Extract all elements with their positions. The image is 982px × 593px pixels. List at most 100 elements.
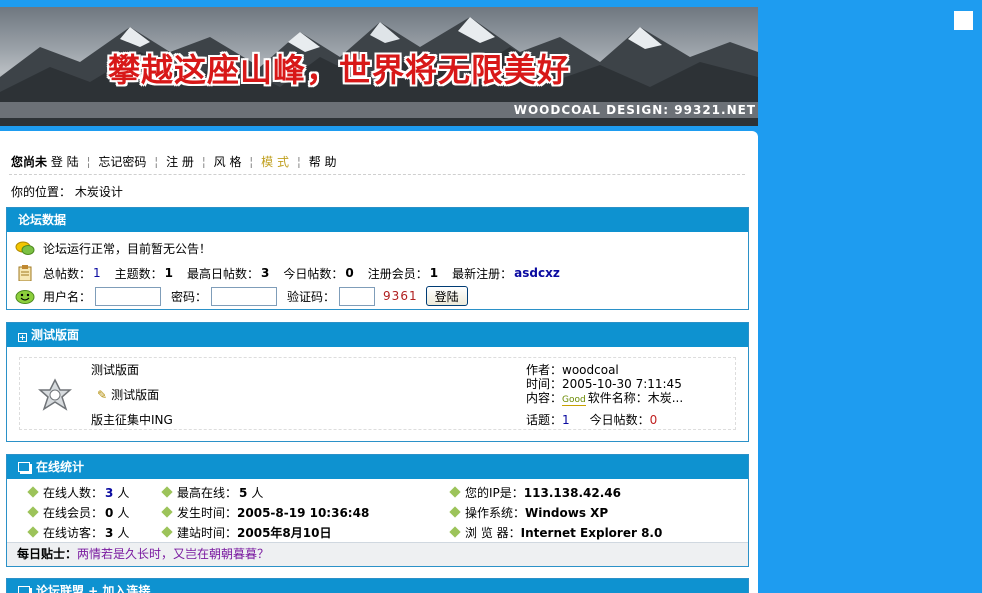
site-banner: 攀越这座山峰，世界将无限美好 WOODCOAL DESIGN: 99321.NE… — [0, 7, 758, 126]
topics-value: 1 — [164, 266, 174, 280]
online-members-value: 0 — [105, 506, 114, 520]
last-post-content: 内容：Good 软件名称：木炭... — [526, 389, 683, 406]
corner-square — [954, 11, 973, 30]
bullet-icon — [161, 526, 173, 538]
os-row: 操作系统：Windows XP — [449, 504, 608, 521]
os-label: 操作系统： — [465, 506, 526, 520]
daily-tip-text: 两情若是久长时，又岂在朝朝暮暮？ — [77, 547, 270, 561]
online-guests-value: 3 — [105, 526, 114, 540]
greeting-text: 您尚未 — [11, 155, 48, 169]
nav-separator: ¦ — [154, 155, 159, 169]
forum-stats-header: 论坛数据 — [7, 208, 748, 232]
password-input[interactable] — [211, 286, 278, 306]
online-members-row: 在线会员： 0 人 — [27, 504, 130, 521]
total-posts-value: 1 — [93, 266, 101, 280]
online-stats-title: 在线统计 — [36, 460, 85, 474]
nav-separator: ¦ — [249, 155, 254, 169]
founded-value: 2005年8月10日 — [237, 526, 332, 540]
max-online-row: 最高在线： 5 人 — [161, 484, 264, 501]
max-daily-value: 3 — [261, 266, 270, 280]
online-members-label: 在线会员： — [43, 506, 104, 520]
online-count-unit: 人 — [117, 486, 130, 500]
forum-section-header[interactable]: + 测试版面 — [7, 323, 748, 347]
online-guests-row: 在线访客： 3 人 — [27, 524, 129, 541]
nav-forgot-password[interactable]: 忘记密码 — [98, 155, 146, 169]
breadcrumb-label: 你的位置： — [11, 185, 72, 199]
today-posts-value: 0 — [345, 266, 354, 280]
breadcrumb-home-link[interactable]: 木炭设计 — [75, 185, 123, 199]
founded-row: 建站时间：2005年8月10日 — [161, 524, 332, 541]
nav-separator: ¦ — [86, 155, 91, 169]
notice-row: 论坛运行正常，目前暂无公告！ — [15, 238, 211, 258]
today-posts-label: 今日帖数： — [283, 266, 344, 281]
ip-row: 您的IP是：113.138.42.46 — [449, 484, 621, 501]
forum-today-label: 今日帖数： — [589, 413, 650, 427]
nav-mode[interactable]: 模 式 — [261, 155, 289, 169]
online-stats-box: 在线统计 在线人数： 3 人 在线会员： 0 人 在线访客： 3 人 最高在线： 5 人 发生时… — [6, 454, 749, 567]
total-posts-label: 总帖数： — [43, 266, 92, 281]
online-members-unit: 人 — [117, 506, 130, 520]
nav-separator: ¦ — [296, 155, 301, 169]
newest-member-label: 最新注册： — [452, 266, 513, 281]
content-link[interactable]: 软件名称：木炭... — [588, 391, 683, 405]
nav-style[interactable]: 风 格 — [214, 155, 242, 169]
bullet-icon — [27, 506, 39, 518]
expand-icon[interactable]: + — [18, 333, 27, 342]
stats-row: 总帖数： 1 主题数： 1 最高日帖数： 3 今日帖数： 0 注册会员： 1 最… — [15, 263, 560, 283]
ip-value: 113.138.42.46 — [523, 486, 621, 500]
content-label: 内容： — [526, 391, 563, 405]
members-value: 1 — [429, 266, 439, 280]
occur-time-label: 发生时间： — [177, 506, 238, 520]
nav-login[interactable]: 登 陆 — [51, 155, 79, 169]
window-icon — [18, 462, 30, 472]
daily-tip-label: 每日贴士： — [17, 547, 78, 561]
username-label: 用户名： — [43, 289, 92, 304]
online-guests-label: 在线访客： — [43, 526, 104, 540]
bullet-icon — [449, 506, 461, 518]
bullet-icon — [449, 486, 461, 498]
browser-value: Internet Explorer 8.0 — [520, 526, 663, 540]
subforum-link[interactable]: 测试版面 — [111, 388, 159, 402]
window-icon — [18, 586, 30, 593]
moderator-text: 版主征集中ING — [91, 413, 173, 427]
forum-section-title: 测试版面 — [31, 328, 80, 342]
good-tag-icon: Good — [562, 395, 586, 406]
nav-separator: ¦ — [201, 155, 206, 169]
members-label: 注册会员： — [367, 266, 428, 281]
chat-bubbles-icon — [15, 241, 35, 255]
login-button[interactable]: 登陆 — [425, 286, 468, 306]
captcha-code: 9361 — [383, 289, 418, 303]
forum-today-value: 0 — [649, 413, 658, 427]
forum-topics-label: 话题： — [526, 413, 563, 427]
browser-label: 浏 览 器： — [465, 526, 521, 540]
occur-time-value: 2005-8-19 10:36:48 — [237, 506, 370, 520]
online-count-row: 在线人数： 3 人 — [27, 484, 130, 501]
forum-links-title: 论坛联盟 + 加入连接 — [36, 584, 151, 593]
forum-section-box: + 测试版面 测试版面 ✎ 测试版面 版主征集中ING 作者：woodcoal 时间… — [6, 322, 749, 442]
occur-time-row: 发生时间：2005-8-19 10:36:48 — [161, 504, 370, 521]
captcha-input[interactable] — [339, 286, 376, 306]
pencil-icon: ✎ — [97, 388, 108, 402]
forum-entry: 测试版面 ✎ 测试版面 版主征集中ING 作者：woodcoal 时间：2005-… — [19, 357, 736, 430]
newest-member-link[interactable]: asdcxz — [514, 266, 560, 280]
topics-label: 主题数： — [114, 266, 163, 281]
nav-divider — [9, 174, 745, 175]
forum-name-link[interactable]: 测试版面 — [91, 361, 139, 378]
bullet-icon — [161, 486, 173, 498]
username-input[interactable] — [95, 286, 162, 306]
forum-topics-value: 1 — [562, 413, 570, 427]
forum-links-header: 论坛联盟 + 加入连接 — [7, 579, 748, 593]
forum-links-box: 论坛联盟 + 加入连接 — [6, 578, 749, 593]
bullet-icon — [449, 526, 461, 538]
nav-help[interactable]: 帮 助 — [309, 155, 337, 169]
password-label: 密码： — [171, 289, 208, 304]
breadcrumb: 你的位置： 木炭设计 — [11, 183, 123, 200]
max-online-unit: 人 — [251, 486, 264, 500]
daily-tip-bar: 每日贴士：两情若是久长时，又岂在朝朝暮暮？ — [7, 542, 748, 566]
nav-register[interactable]: 注 册 — [166, 155, 194, 169]
banner-credit: WOODCOAL DESIGN: 99321.NET — [513, 103, 756, 117]
smiley-icon — [15, 290, 35, 304]
main-panel: 您尚未 登 陆 ¦ 忘记密码 ¦ 注 册 ¦ 风 格 ¦ 模 式 ¦ 帮 助 你… — [0, 131, 758, 593]
bullet-icon — [161, 506, 173, 518]
founded-label: 建站时间： — [177, 526, 238, 540]
